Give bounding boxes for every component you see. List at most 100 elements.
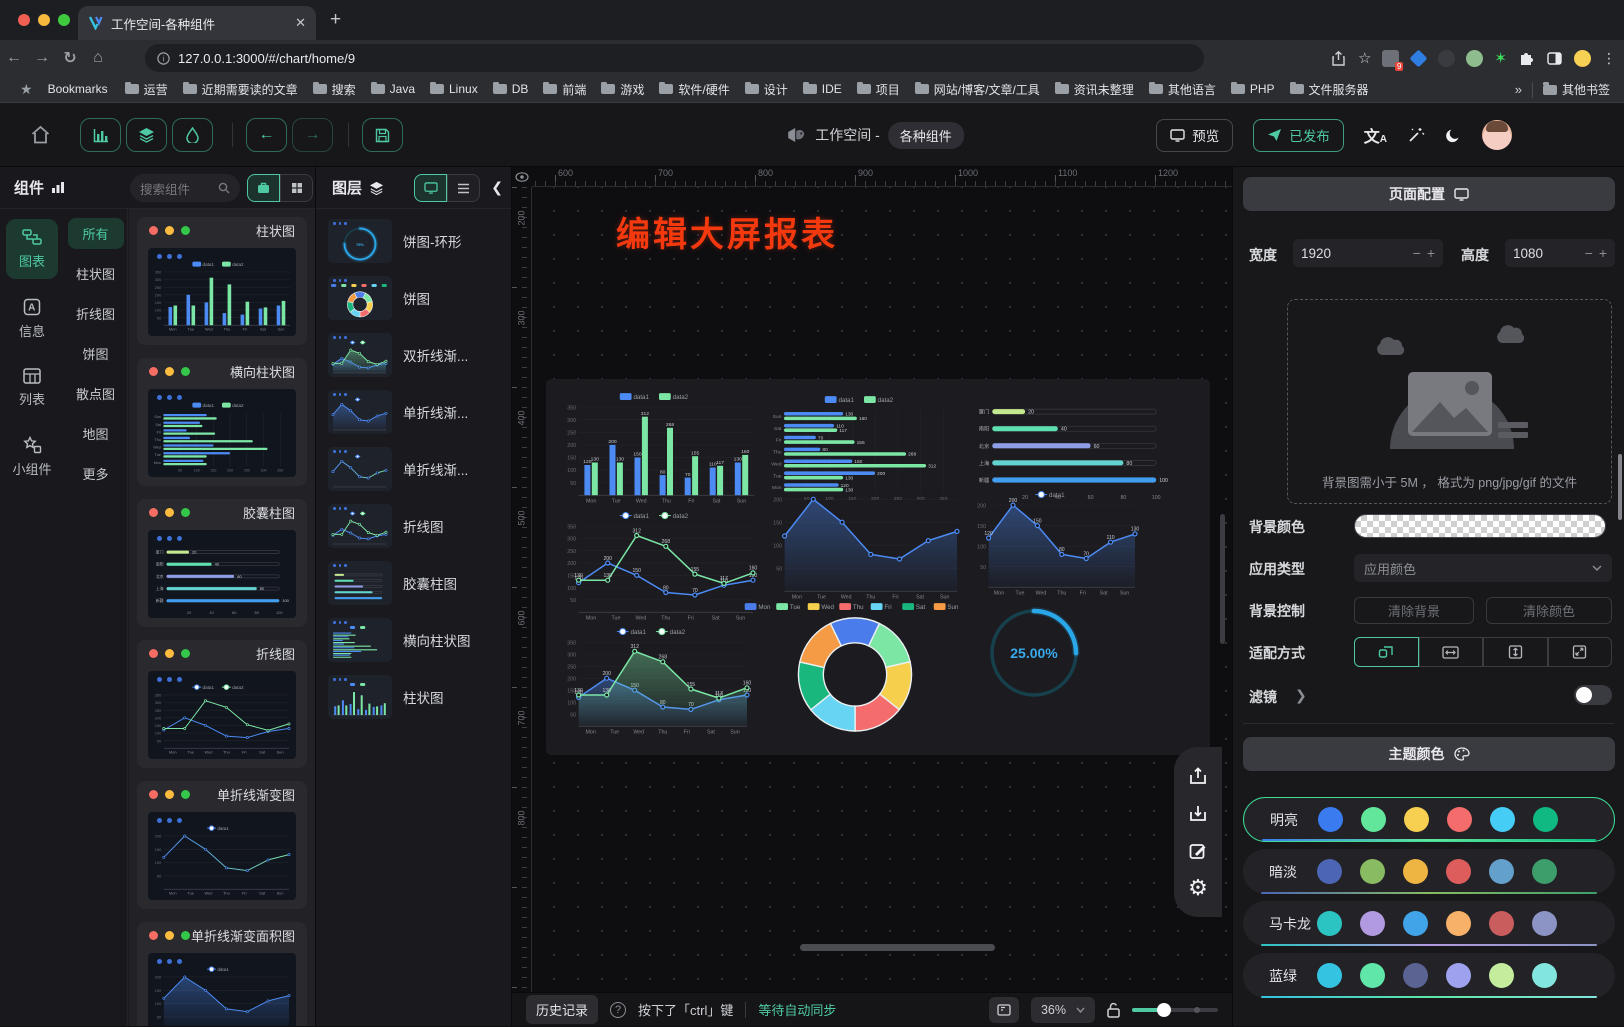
chart-single-line[interactable]: 50100150200MonTueWedThuFriSatSun <box>766 493 962 603</box>
component-card[interactable]: 横向柱状图data1data250100150200250300350SunSa… <box>137 358 307 486</box>
bookmark-item[interactable]: 项目 <box>857 81 900 98</box>
extension-diamond-icon[interactable] <box>1410 49 1428 67</box>
canvas-viewport[interactable]: 编辑大屏报表 data1data250100150200250300350Mon… <box>532 187 1232 992</box>
address-bar[interactable]: i 127.0.0.1:3000/#/chart/home/9 <box>145 44 1204 72</box>
bookmark-item[interactable]: 软件/硬件 <box>659 81 729 98</box>
theme-color-dot[interactable] <box>1403 963 1428 988</box>
help-icon[interactable]: ? <box>610 1002 626 1018</box>
sidebar-toggle-icon[interactable] <box>1546 50 1563 67</box>
category-折线图[interactable]: 折线图 <box>68 298 124 329</box>
bookmark-item[interactable]: 设计 <box>745 81 788 98</box>
layer-item[interactable]: 折线图 <box>328 502 505 550</box>
app-home-icon[interactable] <box>30 125 51 145</box>
theme-color-dot[interactable] <box>1490 807 1515 832</box>
theme-color-dot[interactable] <box>1532 911 1557 936</box>
layer-item[interactable]: 横向柱状图 <box>328 616 505 664</box>
maximize-window-button[interactable] <box>58 14 70 26</box>
other-bookmarks[interactable]: 其他书签 <box>1543 81 1610 98</box>
horizontal-scrollbar[interactable] <box>800 944 995 951</box>
history-button[interactable]: 历史记录 <box>526 995 598 1024</box>
publish-button[interactable]: 已发布 <box>1253 119 1344 152</box>
document-name-pill[interactable]: 各种组件 <box>888 122 964 149</box>
dark-mode-moon-icon[interactable] <box>1445 127 1462 144</box>
layers-tool-button[interactable] <box>126 118 167 152</box>
import-button[interactable] <box>1186 801 1210 825</box>
clear-color-button[interactable]: 清除颜色 <box>1486 597 1612 624</box>
height-minus[interactable]: − <box>1585 245 1593 261</box>
theme-color-dot[interactable] <box>1360 963 1385 988</box>
bookmarks-overflow-chevron[interactable]: » <box>1515 82 1522 97</box>
vertical-scrollbar[interactable] <box>1220 514 1225 644</box>
layer-item[interactable]: 单折线渐... <box>328 388 505 436</box>
layers-thumbnail-view-toggle[interactable] <box>414 174 447 202</box>
theme-color-dot[interactable] <box>1446 859 1471 884</box>
theme-color-dot[interactable] <box>1361 807 1386 832</box>
clear-background-button[interactable]: 清除背景 <box>1354 597 1474 624</box>
fit-stretch-button[interactable] <box>1548 637 1613 667</box>
zoom-slider-knob[interactable] <box>1157 1003 1171 1017</box>
site-info-icon[interactable]: i <box>157 52 170 65</box>
bookmark-star-icon[interactable]: ☆ <box>1358 49 1371 67</box>
reload-icon[interactable]: ↻ <box>56 48 84 68</box>
settings-gear-icon[interactable]: ⚙ <box>1186 876 1210 900</box>
width-input[interactable]: 1920−+ <box>1293 239 1443 267</box>
theme-color-dot[interactable] <box>1446 911 1471 936</box>
zoom-select[interactable]: 36% <box>1031 997 1095 1023</box>
sidebar-item-列表[interactable]: 列表 <box>6 359 58 417</box>
width-minus[interactable]: − <box>1413 245 1421 261</box>
theme-color-dot[interactable] <box>1489 859 1514 884</box>
theme-color-dot[interactable] <box>1532 963 1557 988</box>
theme-color-dot[interactable] <box>1489 963 1514 988</box>
bookmark-item[interactable]: PHP <box>1231 82 1275 96</box>
bookmark-item[interactable]: 游戏 <box>601 81 644 98</box>
extension-green-icon[interactable] <box>1466 50 1483 67</box>
share-icon[interactable] <box>1330 50 1347 67</box>
canvas-title-text[interactable]: 编辑大屏报表 <box>616 207 838 256</box>
extension-star-icon[interactable]: ✶ <box>1494 49 1507 67</box>
layer-item[interactable]: 胶囊柱图 <box>328 559 505 607</box>
zoom-slider[interactable] <box>1132 1008 1218 1012</box>
bookmark-item[interactable]: 网站/博客/文章/工具 <box>915 81 1040 98</box>
filter-expand-chevron[interactable]: ❯ <box>1295 687 1307 704</box>
theme-row-暗淡[interactable]: 暗淡 <box>1243 849 1615 894</box>
theme-color-dot[interactable] <box>1318 807 1343 832</box>
component-card[interactable]: 胶囊柱图厦门20南阳40北京60上海80新疆10020406080100 <box>137 499 307 627</box>
category-饼图[interactable]: 饼图 <box>68 338 124 369</box>
theme-color-dot[interactable] <box>1403 859 1428 884</box>
export-button[interactable] <box>1186 764 1210 788</box>
bookmark-item[interactable]: 其他语言 <box>1149 81 1216 98</box>
sidebar-item-信息[interactable]: A信息 <box>6 289 58 349</box>
history-panel-toggle[interactable] <box>989 997 1019 1023</box>
browser-tab[interactable]: 工作空间-各种组件 ✕ <box>78 6 316 40</box>
dashboard-panel[interactable]: data1data250100150200250300350MonTueWedT… <box>546 379 1210 755</box>
extension-pin-icon[interactable]: 9 <box>1382 50 1399 67</box>
component-card[interactable]: 柱状图data1data250100150200250300350MonTueW… <box>137 217 307 345</box>
category-柱状图[interactable]: 柱状图 <box>68 258 124 289</box>
theme-color-dot[interactable] <box>1489 911 1514 936</box>
minimize-window-button[interactable] <box>38 14 50 26</box>
save-button[interactable] <box>362 118 403 152</box>
theme-color-dot[interactable] <box>1447 807 1472 832</box>
layer-item[interactable]: 单折线渐... <box>328 445 505 493</box>
browser-menu-icon[interactable]: ⋮ <box>1602 50 1616 67</box>
theme-color-dot[interactable] <box>1317 963 1342 988</box>
theme-color-header[interactable]: 主题颜色 <box>1243 737 1615 771</box>
extension-dark-icon[interactable] <box>1438 50 1455 67</box>
forward-icon[interactable]: → <box>28 49 56 67</box>
component-card[interactable]: 折线图data1data250100150200250300350MonTueW… <box>137 640 307 768</box>
single-view-toggle[interactable] <box>247 174 280 202</box>
undo-button[interactable]: ← <box>246 118 287 152</box>
component-card[interactable]: 单折线渐变面积图data150100150200MonTueWedThuFriS… <box>137 922 307 1026</box>
theme-color-dot[interactable] <box>1360 911 1385 936</box>
home-icon[interactable]: ⌂ <box>84 49 112 67</box>
bookmark-item[interactable]: 搜索 <box>313 81 356 98</box>
user-avatar[interactable] <box>1482 120 1512 150</box>
category-散点图[interactable]: 散点图 <box>68 378 124 409</box>
preview-button[interactable]: 预览 <box>1156 119 1233 152</box>
bookmark-item[interactable]: 资讯未整理 <box>1055 81 1134 98</box>
charts-tool-button[interactable] <box>80 118 121 152</box>
theme-color-dot[interactable] <box>1403 911 1428 936</box>
filter-toggle[interactable] <box>1574 685 1612 705</box>
page-config-header[interactable]: 页面配置 <box>1243 177 1615 211</box>
theme-color-dot[interactable] <box>1446 963 1471 988</box>
